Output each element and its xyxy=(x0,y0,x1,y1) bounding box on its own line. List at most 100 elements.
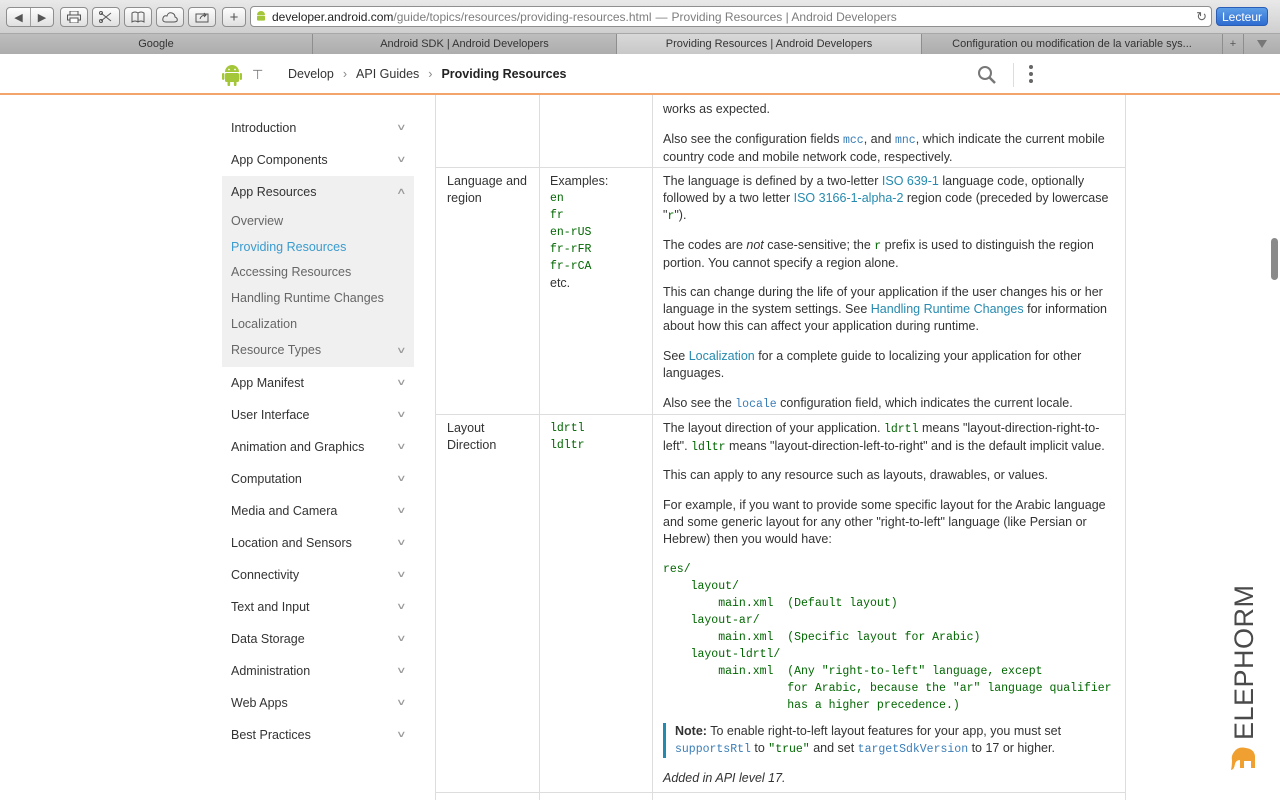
sidebar-item-web-apps[interactable]: Web Apps ∨ xyxy=(222,687,414,719)
sidebar-subitem-resource-types[interactable]: Resource Types ∨ xyxy=(222,337,414,363)
link-localization[interactable]: Localization xyxy=(689,349,755,363)
language-paragraph-4: See Localization for a complete guide to… xyxy=(663,348,1118,382)
reader-button[interactable]: Lecteur xyxy=(1216,7,1268,26)
sidebar-item-text-and-input[interactable]: Text and Input ∨ xyxy=(222,591,414,623)
tab-providing-resources[interactable]: Providing Resources | Android Developers xyxy=(617,34,922,54)
breadcrumb-api-guides[interactable]: API Guides xyxy=(356,67,419,81)
chevron-down-icon: ∨ xyxy=(396,504,407,515)
reload-icon[interactable]: ↻ xyxy=(1196,9,1207,25)
breadcrumb-separator: › xyxy=(428,67,433,81)
menu-toggle-icon[interactable]: ⊤ xyxy=(252,67,263,83)
forward-button[interactable]: ▶ xyxy=(31,8,53,26)
sidebar-item-location-and-sensors[interactable]: Location and Sensors ∨ xyxy=(222,527,414,559)
chevron-down-icon: ∨ xyxy=(396,536,407,547)
text-segment: The language is defined by a two-letter xyxy=(663,174,882,188)
sidebar-item-user-interface[interactable]: User Interface ∨ xyxy=(222,399,414,431)
search-icon[interactable] xyxy=(977,65,997,85)
code-target-sdk-version[interactable]: targetSdkVersion xyxy=(858,743,968,756)
example-value: en xyxy=(550,192,564,205)
link-iso-639-1[interactable]: ISO 639-1 xyxy=(882,174,939,188)
language-paragraph-2: The codes are not case-sensitive; the r … xyxy=(663,237,1118,272)
sidebar-subitem-localization[interactable]: Localization xyxy=(222,311,414,337)
tab-android-sdk[interactable]: Android SDK | Android Developers xyxy=(313,34,617,54)
sidebar-subitem-accessing-resources[interactable]: Accessing Resources xyxy=(222,260,414,286)
chevron-down-icon: ∨ xyxy=(396,376,407,387)
sidebar-item-introduction[interactable]: Introduction ∨ xyxy=(222,112,414,144)
browser-toolbar: ◀ ▶ + developer.android.com /guide/topic… xyxy=(0,0,1280,34)
row-name-line: region xyxy=(447,191,482,205)
code-ldrtl: ldrtl xyxy=(883,423,919,436)
bookmarks-icon[interactable] xyxy=(124,7,152,27)
sidebar-item-administration[interactable]: Administration ∨ xyxy=(222,655,414,687)
sidebar-item-data-storage[interactable]: Data Storage ∨ xyxy=(222,623,414,655)
back-button[interactable]: ◀ xyxy=(7,8,31,26)
address-bar[interactable]: developer.android.com /guide/topics/reso… xyxy=(250,6,1212,27)
code-mcc[interactable]: mcc xyxy=(843,134,864,147)
sidebar-subitem-handling-runtime-changes[interactable]: Handling Runtime Changes xyxy=(222,285,414,311)
android-favicon-icon xyxy=(257,11,265,21)
example-value: fr-rCA xyxy=(550,260,592,273)
sidebar-subitem-providing-resources[interactable]: Providing Resources xyxy=(222,234,414,260)
tab-configuration[interactable]: Configuration ou modification de la vari… xyxy=(922,34,1223,54)
text-segment: The layout direction of your application… xyxy=(663,421,884,435)
example-value: en-rUS xyxy=(550,226,592,239)
chevron-down-icon: ∨ xyxy=(396,122,407,132)
row-name-line: Direction xyxy=(447,438,497,452)
sidebar-item-label: Computation xyxy=(231,471,302,486)
new-tab-button[interactable]: + xyxy=(1223,34,1244,54)
breadcrumb-separator: › xyxy=(342,67,348,81)
text-segment: and set xyxy=(809,741,858,755)
table-row-divider xyxy=(436,792,1125,793)
text-segment: to 17 or higher. xyxy=(968,741,1055,755)
sidebar-item-label: Introduction xyxy=(231,121,297,135)
added-in-api-level: Added in API level 17. xyxy=(663,771,786,785)
examples-more: etc. xyxy=(550,276,571,290)
sidebar-item-app-manifest[interactable]: App Manifest ∨ xyxy=(222,367,414,399)
sidebar-item-label: User Interface xyxy=(231,407,310,422)
clip-icon[interactable] xyxy=(92,7,120,27)
row-name-line: Layout xyxy=(447,421,485,435)
code-block: res/ layout/ main.xml (Default layout) l… xyxy=(663,563,1112,712)
sidebar-item-label: Media and Camera xyxy=(231,503,338,518)
mcc-row-also-see: Also see the configuration fields mcc, a… xyxy=(663,131,1118,166)
elephorm-watermark: ELEPHORM xyxy=(1226,568,1262,778)
table-row-divider xyxy=(436,414,1125,415)
text-segment: configuration field, which indicates the… xyxy=(776,396,1073,410)
share-icon[interactable] xyxy=(188,7,216,27)
breadcrumb-providing-resources[interactable]: Providing Resources xyxy=(441,67,566,81)
overflow-menu-icon[interactable] xyxy=(1029,65,1033,86)
scrollbar-thumb[interactable] xyxy=(1271,238,1278,280)
note-label: Note: xyxy=(675,724,707,738)
tab-overview-button[interactable] xyxy=(1244,34,1280,54)
breadcrumb: Develop › API Guides › Providing Resourc… xyxy=(288,67,567,81)
sidebar-item-computation[interactable]: Computation ∨ xyxy=(222,463,414,495)
sidebar-item-app-resources[interactable]: App Resources ∧ xyxy=(222,176,414,208)
text-segment: case-sensitive; the xyxy=(763,238,875,252)
sidebar-item-media-and-camera[interactable]: Media and Camera ∨ xyxy=(222,495,414,527)
print-icon[interactable] xyxy=(60,7,88,27)
elephant-logo-icon xyxy=(1231,747,1255,770)
sidebar-subitem-overview[interactable]: Overview xyxy=(222,208,414,234)
breadcrumb-develop[interactable]: Develop xyxy=(288,67,334,81)
tab-google[interactable]: Google xyxy=(0,34,313,54)
android-logo-icon[interactable] xyxy=(222,64,242,86)
chevron-down-icon: ∨ xyxy=(396,408,407,419)
sidebar-item-best-practices[interactable]: Best Practices ∨ xyxy=(222,719,414,751)
chevron-down-icon: ∨ xyxy=(396,664,407,675)
sidebar-item-app-components[interactable]: App Components ∨ xyxy=(222,144,414,176)
sidebar-item-connectivity[interactable]: Connectivity ∨ xyxy=(222,559,414,591)
sidebar-item-animation-and-graphics[interactable]: Animation and Graphics ∨ xyxy=(222,431,414,463)
text-segment: , and xyxy=(863,132,895,146)
text-segment: means "layout-direction-left-to-right" a… xyxy=(725,439,1105,453)
code-mnc[interactable]: mnc xyxy=(895,134,916,147)
add-tab-icon[interactable]: + xyxy=(222,7,246,27)
link-iso-3166[interactable]: ISO 3166-1-alpha-2 xyxy=(794,191,904,205)
code-supports-rtl[interactable]: supportsRtl xyxy=(675,743,751,756)
sidebar-item-label: App Components xyxy=(231,153,328,167)
code-true: "true" xyxy=(768,743,810,756)
tab-bar: Google Android SDK | Android Developers … xyxy=(0,34,1280,54)
code-locale[interactable]: locale xyxy=(735,398,776,411)
icloud-icon[interactable] xyxy=(156,7,184,27)
table-column-divider xyxy=(539,95,540,800)
link-handling-runtime-changes[interactable]: Handling Runtime Changes xyxy=(871,302,1024,316)
